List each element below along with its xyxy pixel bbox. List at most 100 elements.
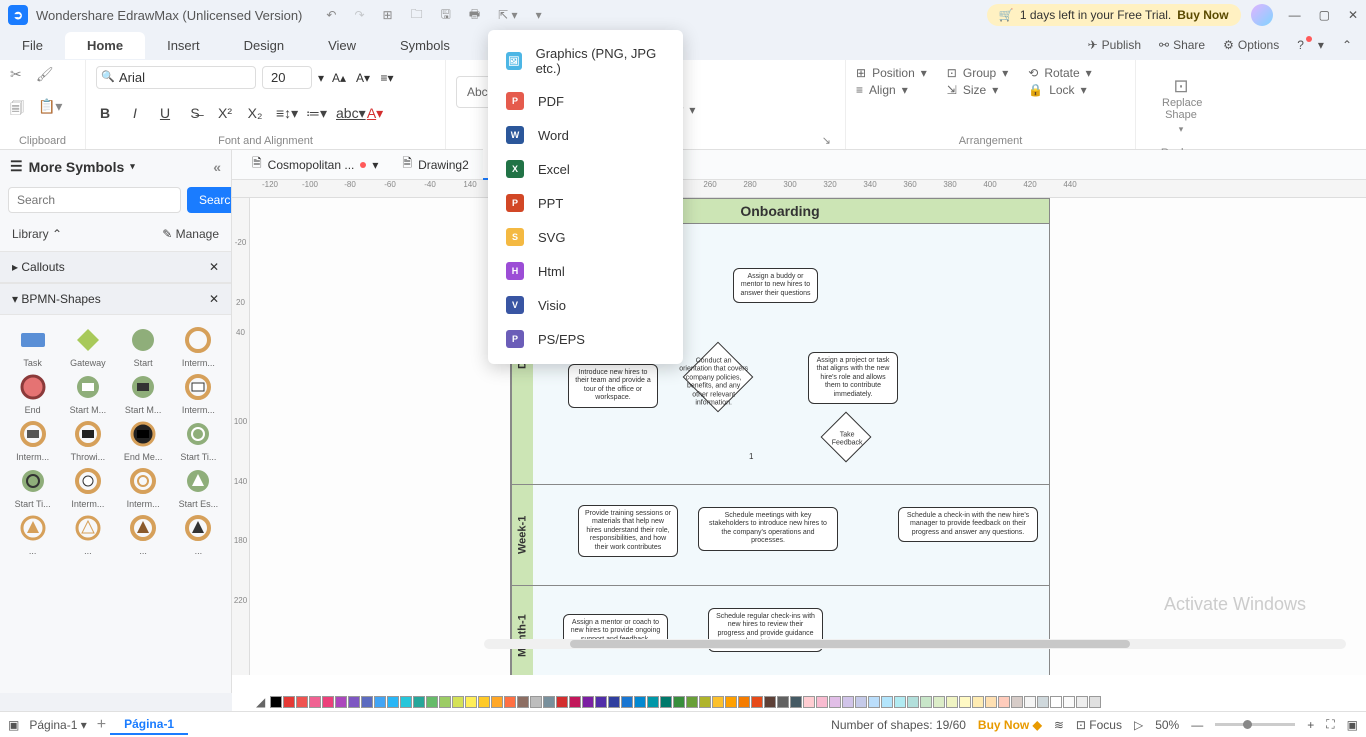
superscript-icon[interactable]: X² (216, 105, 234, 121)
subscript-icon[interactable]: X₂ (246, 105, 264, 121)
color-swatch[interactable] (556, 696, 568, 708)
help-button[interactable]: ?▾ (1297, 38, 1324, 52)
page-tab-1[interactable]: Página-1 (110, 715, 188, 735)
zoom-out-icon[interactable]: — (1191, 718, 1203, 732)
color-swatch[interactable] (725, 696, 737, 708)
italic-icon[interactable]: I (126, 105, 144, 121)
shape-1[interactable]: Gateway (61, 325, 114, 368)
menu-view[interactable]: View (306, 32, 378, 59)
zoom-slider[interactable] (1215, 723, 1295, 726)
maximize-icon[interactable]: ▢ (1319, 8, 1330, 22)
font-family-select[interactable]: Arial (96, 66, 256, 89)
color-swatch[interactable] (634, 696, 646, 708)
status-buy-now[interactable]: Buy Now ◆ (978, 718, 1042, 732)
rotate-button[interactable]: ⟲ Rotate▾ (1028, 66, 1091, 80)
lane-month1-label[interactable]: Month-1 (511, 586, 533, 675)
color-swatch[interactable] (894, 696, 906, 708)
color-swatch[interactable] (933, 696, 945, 708)
group-button[interactable]: ⊡ Group▾ (947, 66, 1008, 80)
shape-8[interactable]: Interm... (6, 419, 59, 462)
color-swatch[interactable] (478, 696, 490, 708)
shape-11[interactable]: Start Ti... (172, 419, 225, 462)
paste-icon[interactable]: 📋▾ (38, 98, 62, 123)
zoom-in-icon[interactable]: + (1307, 718, 1314, 732)
color-swatch[interactable] (881, 696, 893, 708)
canvas[interactable]: Onboarding Day-1 Assign a buddy or mento… (250, 198, 1366, 675)
library-toggle[interactable]: Library ⌃ (12, 227, 62, 241)
color-swatch[interactable] (777, 696, 789, 708)
page-select[interactable]: Página-1 ▾ (29, 718, 86, 732)
color-swatch[interactable] (530, 696, 542, 708)
collapse-ribbon-icon[interactable]: ⌃ (1342, 38, 1352, 52)
shape-14[interactable]: Interm... (117, 466, 170, 509)
color-swatch[interactable] (270, 696, 282, 708)
color-swatch[interactable] (751, 696, 763, 708)
font-size-select[interactable]: 20 (262, 66, 312, 89)
color-swatch[interactable] (283, 696, 295, 708)
shape-0[interactable]: Task (6, 325, 59, 368)
play-icon[interactable]: ▷ (1134, 718, 1143, 732)
color-swatch[interactable] (387, 696, 399, 708)
bullets-icon[interactable]: ≔▾ (306, 105, 324, 122)
color-swatch[interactable] (673, 696, 685, 708)
color-swatch[interactable] (855, 696, 867, 708)
shape-13[interactable]: Interm... (61, 466, 114, 509)
close-category-icon[interactable]: ✕ (209, 292, 219, 306)
export-icon[interactable]: ⇱ ▾ (498, 8, 517, 22)
color-swatch[interactable] (439, 696, 451, 708)
node-feedback[interactable]: Take Feedback (821, 412, 872, 463)
menu-home[interactable]: Home (65, 32, 145, 59)
color-swatch[interactable] (426, 696, 438, 708)
doc-tab-1[interactable]: 🗎 Cosmopolitan ...▾ (242, 150, 388, 179)
shrink-font-icon[interactable]: A▾ (354, 71, 372, 85)
eyedropper-icon[interactable]: ◢ (256, 695, 265, 709)
export-word[interactable]: WWord (488, 118, 683, 152)
menu-insert[interactable]: Insert (145, 32, 222, 59)
color-swatch[interactable] (595, 696, 607, 708)
more-icon[interactable]: ▾ (536, 8, 542, 22)
color-swatch[interactable] (452, 696, 464, 708)
redo-icon[interactable]: ↷ (354, 8, 364, 22)
color-swatch[interactable] (686, 696, 698, 708)
color-swatch[interactable] (790, 696, 802, 708)
color-swatch[interactable] (803, 696, 815, 708)
color-swatch[interactable] (829, 696, 841, 708)
cut-icon[interactable]: ✂ (10, 66, 22, 84)
shape-9[interactable]: Throwi... (61, 419, 114, 462)
color-swatch[interactable] (1037, 696, 1049, 708)
layers-icon[interactable]: ≋ (1054, 718, 1064, 732)
underline-icon[interactable]: U (156, 105, 174, 121)
node-stakeholders[interactable]: Schedule meetings with key stakeholders … (698, 507, 838, 551)
symbol-search-input[interactable] (8, 187, 181, 213)
close-category-icon[interactable]: ✕ (209, 260, 219, 274)
shape-7[interactable]: Interm... (172, 372, 225, 415)
shape-15[interactable]: Start Es... (172, 466, 225, 509)
buy-now-link[interactable]: Buy Now (1177, 8, 1228, 22)
export-pdf[interactable]: PPDF (488, 84, 683, 118)
export-html[interactable]: HHtml (488, 254, 683, 288)
doc-tab-2[interactable]: 🗎 Drawing2 (392, 150, 478, 179)
export-svg[interactable]: SSVG (488, 220, 683, 254)
lock-button[interactable]: 🔒 Lock▾ (1028, 83, 1091, 97)
shape-18[interactable]: ... (117, 513, 170, 556)
focus-button[interactable]: ⊡ Focus (1076, 718, 1122, 732)
node-introduce[interactable]: Introduce new hires to their team and pr… (568, 364, 658, 408)
line-spacing-icon[interactable]: ≡↕▾ (276, 105, 294, 122)
shape-10[interactable]: End Me... (117, 419, 170, 462)
color-swatch[interactable] (660, 696, 672, 708)
color-swatch[interactable] (608, 696, 620, 708)
open-icon[interactable]: 🗀 (411, 5, 423, 26)
color-swatch[interactable] (322, 696, 334, 708)
node-training[interactable]: Provide training sessions or materials t… (578, 505, 678, 557)
fullscreen-icon[interactable]: ⛶ (1326, 717, 1334, 732)
shape-19[interactable]: ... (172, 513, 225, 556)
color-swatch[interactable] (712, 696, 724, 708)
add-page-button[interactable]: + (97, 716, 106, 734)
shape-2[interactable]: Start (117, 325, 170, 368)
color-swatch[interactable] (1011, 696, 1023, 708)
align-icon[interactable]: ≡▾ (378, 71, 396, 85)
color-swatch[interactable] (465, 696, 477, 708)
color-swatch[interactable] (335, 696, 347, 708)
category-callouts[interactable]: ▸ Callouts ✕ (0, 251, 231, 283)
lane-week1-label[interactable]: Week-1 (511, 485, 533, 585)
